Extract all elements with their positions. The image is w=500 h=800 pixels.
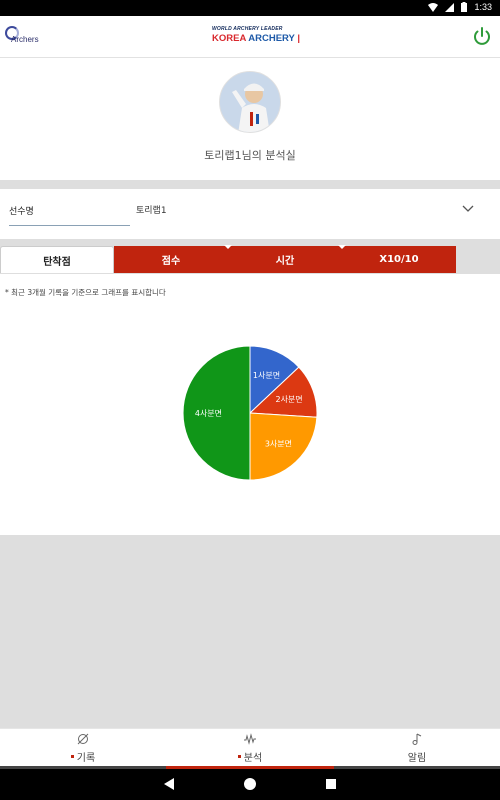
profile-section: 토리랩1님의 분석실: [0, 58, 500, 180]
recents-icon[interactable]: [326, 779, 336, 789]
chart-panel: * 최근 3개월 기록을 기준으로 그래프를 표시합니다 1사분면 2사분면 3사분…: [0, 274, 500, 535]
tab-divider: [224, 245, 232, 249]
music-note-icon: [412, 733, 422, 745]
pie-slice-label: 4사분면: [195, 408, 222, 418]
nav-analysis[interactable]: 분석: [166, 729, 334, 767]
waveform-icon: [244, 733, 256, 745]
home-icon[interactable]: [244, 778, 256, 790]
analysis-tabs: 탄착점 점수 시간 X10/10: [0, 245, 456, 274]
profile-title: 토리랩1님의 분석실: [204, 149, 296, 162]
power-icon[interactable]: [471, 25, 493, 47]
app-header: Archers WORLD ARCHERY LEADER KOREA ARCHE…: [0, 16, 500, 58]
pie-slice-label: 1사분면: [253, 370, 280, 380]
tab-divider: [338, 245, 346, 249]
avatar: [219, 71, 281, 133]
system-nav-bar: [0, 769, 500, 800]
pie-slice-label: 3사분면: [265, 438, 292, 448]
bow-icon: [77, 733, 89, 745]
back-icon[interactable]: [164, 778, 174, 790]
status-time: 1:33: [474, 2, 492, 12]
pie-slice-label: 2사분면: [275, 394, 302, 404]
tab-score[interactable]: 점수: [114, 246, 228, 273]
tab-time[interactable]: 시간: [228, 246, 342, 273]
signal-icon: [445, 2, 455, 12]
nav-alarm[interactable]: 알림: [334, 729, 500, 767]
tab-impact-point[interactable]: 탄착점: [0, 246, 114, 273]
player-name-value[interactable]: 토리랩1: [136, 203, 167, 216]
chevron-down-icon[interactable]: [462, 204, 474, 214]
status-bar: 1:33: [0, 0, 500, 16]
tab-x10[interactable]: X10/10: [342, 246, 456, 273]
player-selector[interactable]: 선수명 토리랩1: [0, 189, 500, 239]
korea-archery-logo: WORLD ARCHERY LEADER KOREA ARCHERY |: [212, 26, 301, 44]
nav-record[interactable]: 기록: [0, 729, 166, 767]
bottom-nav: 기록 분석 알림: [0, 728, 500, 766]
wifi-icon: [428, 2, 439, 12]
label-underline: [9, 225, 130, 226]
player-name-label: 선수명: [9, 207, 34, 217]
battery-icon: [461, 2, 468, 12]
archers-logo[interactable]: Archers: [5, 26, 41, 50]
pie-chart: 1사분면 2사분면 3사분면 4사분면: [182, 345, 318, 481]
